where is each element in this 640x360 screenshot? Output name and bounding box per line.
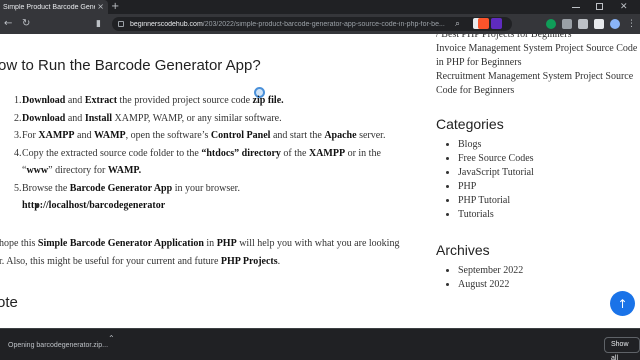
sidebar-link[interactable]: / Best PHP Projects for Beginners xyxy=(436,34,640,42)
localhost-link[interactable]: http://localhost/barcodegenerator xyxy=(14,197,414,214)
category-item[interactable]: JavaScript Tutorial xyxy=(436,166,640,180)
back-icon[interactable]: ← xyxy=(4,17,12,31)
closing-paragraph: hope this Simple Barcode Generator Appli… xyxy=(0,238,400,267)
extension-icon[interactable] xyxy=(578,19,588,29)
steps-list: 1. Download and Extract the provided proj… xyxy=(14,92,414,214)
zoom-icon[interactable]: ⌕ xyxy=(455,17,460,31)
extension-grammarly-icon[interactable] xyxy=(546,19,556,29)
reload-icon[interactable]: ↻ xyxy=(22,17,30,31)
list-item: 5. Browse the Barcode Generator App in yo… xyxy=(14,182,240,194)
profile-icon[interactable] xyxy=(610,19,620,29)
rewards-icon[interactable] xyxy=(491,18,502,29)
puzzle-icon[interactable] xyxy=(594,19,604,29)
list-item: 2. Download and Install XAMPP, WAMP, or a… xyxy=(14,112,282,124)
web-page: ow to Run the Barcode Generator App? 1. D… xyxy=(0,34,640,328)
download-bar: Opening barcodegenerator.zip... ⌃ Show a… xyxy=(0,328,640,360)
sidebar-link[interactable]: Invoice Management System Project Source… xyxy=(436,42,640,70)
archive-item[interactable]: September 2022 xyxy=(436,264,640,278)
sidebar: / Best PHP Projects for Beginners Invoic… xyxy=(436,34,640,292)
note-heading: ote xyxy=(0,294,18,311)
list-item: 1. Download and Extract the provided proj… xyxy=(14,95,284,106)
window-close-icon[interactable]: ✕ xyxy=(620,0,628,14)
browser-toolbar: ← ↻ ▮ beginnerscodehub.com/203/2022/simp… xyxy=(0,14,640,34)
close-tab-icon[interactable]: × xyxy=(97,2,104,12)
minimize-icon[interactable] xyxy=(572,7,580,8)
category-item[interactable]: PHP xyxy=(436,180,640,194)
lock-icon xyxy=(118,21,124,27)
maximize-icon[interactable] xyxy=(596,3,603,10)
sidebar-link[interactable]: Recruitment Management System Project So… xyxy=(436,70,640,98)
show-all-button[interactable]: Show all xyxy=(604,337,640,360)
category-item[interactable]: Free Source Codes xyxy=(436,152,640,166)
download-filename: Opening barcodegenerator.zip... xyxy=(8,341,109,349)
categories-list: Blogs Free Source Codes JavaScript Tutor… xyxy=(436,138,640,222)
categories-heading: Categories xyxy=(436,116,504,132)
browser-tab[interactable]: Simple Product Barcode Generato × xyxy=(0,0,108,14)
category-item[interactable]: PHP Tutorial xyxy=(436,194,640,208)
address-bar[interactable]: beginnerscodehub.com/203/2022/simple-pro… xyxy=(112,17,512,31)
tab-strip: Simple Product Barcode Generato × + ✕ xyxy=(0,0,640,14)
archives-heading: Archives xyxy=(436,242,490,258)
archives-list: September 2022 August 2022 xyxy=(436,264,640,292)
chevron-up-icon[interactable]: ⌃ xyxy=(108,334,115,343)
list-item: 3. For XAMPP and WAMP, open the software’… xyxy=(14,130,386,141)
tab-title: Simple Product Barcode Generato xyxy=(3,3,95,11)
url-text: beginnerscodehub.com/203/2022/simple-pro… xyxy=(130,20,445,28)
menu-icon[interactable]: ⋮ xyxy=(627,17,636,31)
category-item[interactable]: Tutorials xyxy=(436,208,640,222)
download-item[interactable]: Opening barcodegenerator.zip... xyxy=(0,333,120,357)
list-item: 4. Copy the extracted source code folder … xyxy=(14,147,381,177)
brave-shield-icon[interactable] xyxy=(478,18,489,29)
section-heading: ow to Run the Barcode Generator App? xyxy=(0,57,261,74)
extension-camera-icon[interactable] xyxy=(562,19,572,29)
bookmark-icon[interactable]: ▮ xyxy=(96,17,101,31)
archive-item[interactable]: August 2022 xyxy=(436,278,640,292)
scroll-to-top-button[interactable]: ↑ xyxy=(610,291,635,316)
new-tab-icon[interactable]: + xyxy=(111,0,119,14)
arrow-up-icon: ↑ xyxy=(617,296,628,311)
category-item[interactable]: Blogs xyxy=(436,138,640,152)
